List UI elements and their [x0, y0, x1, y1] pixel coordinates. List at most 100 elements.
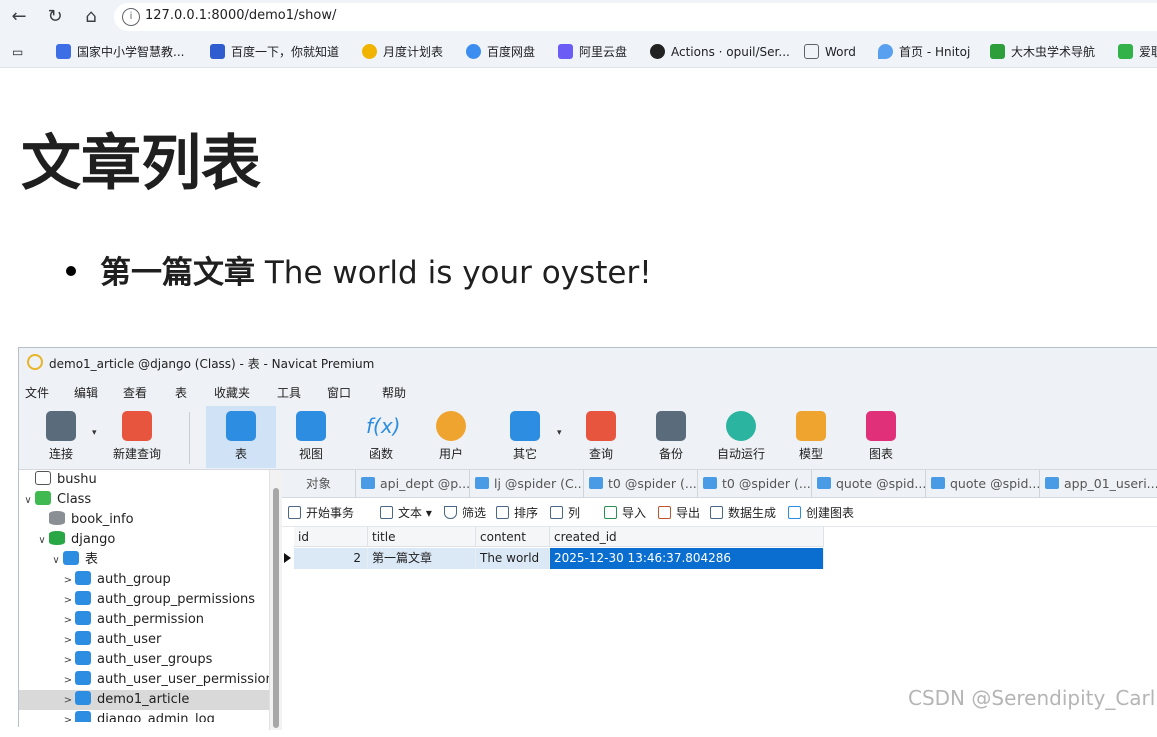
tree-item-table[interactable]: > auth_user_groups [19, 650, 269, 670]
begin-transaction-button[interactable]: 开始事务 [288, 504, 354, 522]
query-button[interactable]: 查询 [569, 406, 633, 468]
menu-edit[interactable]: 编辑 [74, 384, 98, 401]
table-cell[interactable]: 第一篇文章 [368, 548, 476, 569]
query-icon [586, 411, 616, 441]
bookmark-item[interactable]: 首页 - Hnitoj [878, 43, 970, 61]
tree-item-tables[interactable]: ∨ 表 [19, 550, 269, 570]
backup-button[interactable]: 备份 [639, 406, 703, 468]
bookmark-item[interactable]: 百度一下，你就知道 [210, 43, 339, 61]
table-icon [75, 651, 91, 665]
address-bar[interactable]: i 127.0.0.1:8000/demo1/show/ [114, 3, 1157, 31]
column-header-id[interactable]: id [294, 527, 368, 547]
tree-item-demo1-article[interactable]: > demo1_article [19, 690, 269, 710]
table-icon [931, 477, 945, 489]
chevron-right-icon[interactable]: > [61, 571, 75, 591]
tab-item[interactable]: t0 @spider (... [698, 470, 812, 498]
tree-item-table[interactable]: > auth_group_permissions [19, 590, 269, 610]
user-button[interactable]: 用户 [419, 406, 483, 468]
model-button[interactable]: 模型 [779, 406, 843, 468]
table-icon [475, 477, 489, 489]
table-button[interactable]: 表 [206, 406, 276, 468]
menu-table[interactable]: 表 [175, 384, 187, 401]
filter-button[interactable]: 筛选 [444, 504, 486, 522]
scrollbar-thumb[interactable] [273, 488, 279, 728]
column-header-title[interactable]: title [368, 527, 476, 547]
menu-window[interactable]: 窗口 [327, 384, 351, 401]
model-icon [796, 411, 826, 441]
table-cell[interactable]: 2 [294, 548, 368, 569]
table-cell[interactable]: 2025-12-30 13:46:37.804286 [550, 548, 824, 569]
tree-item-table[interactable]: > auth_permission [19, 610, 269, 630]
bookmark-favicon-icon [362, 44, 377, 59]
bookmark-item[interactable]: 百度网盘 [466, 43, 535, 61]
tab-item[interactable]: quote @spid... [812, 470, 926, 498]
chevron-down-icon[interactable]: ∨ [49, 551, 63, 571]
reload-icon[interactable]: ↻ [42, 4, 68, 30]
menu-view[interactable]: 查看 [123, 384, 147, 401]
menu-file[interactable]: 文件 [25, 384, 49, 401]
main-toolbar: 连接 ▾ 新建查询 表 视图 f(x) 函数 用户 其它 ▾ 查询 备份 自动运行… [19, 406, 1157, 470]
view-icon [296, 411, 326, 441]
tree-item-class[interactable]: ∨ Class [19, 490, 269, 510]
column-header-created-id[interactable]: created_id [550, 527, 824, 547]
tab-item[interactable]: quote @spid... [926, 470, 1040, 498]
tab-item[interactable]: api_dept @p... [356, 470, 470, 498]
chevron-right-icon[interactable]: > [61, 671, 75, 691]
tab-item[interactable]: t0 @spider (... [584, 470, 698, 498]
new-query-button[interactable]: 新建查询 [105, 406, 169, 468]
tab-objects[interactable]: 对象 [282, 470, 356, 498]
column-header-content[interactable]: content [476, 527, 550, 547]
chevron-right-icon[interactable]: > [61, 591, 75, 611]
chevron-down-icon[interactable]: ∨ [35, 531, 49, 551]
bookmark-item[interactable]: Actions · opuil/Ser... [650, 43, 790, 61]
back-icon[interactable]: ← [6, 4, 32, 30]
menu-help[interactable]: 帮助 [382, 384, 406, 401]
apps-icon[interactable]: ▭ [12, 43, 23, 61]
create-chart-button[interactable]: 创建图表 [788, 504, 854, 522]
text-button[interactable]: 文本 ▾ [380, 504, 432, 522]
text-icon [380, 506, 393, 519]
connection-tree: bushu ∨ Class book_info ∨ django ∨ 表 > auth_… [19, 470, 281, 730]
bookmark-item[interactable]: Word [804, 43, 856, 61]
tab-item[interactable]: app_01_useri... [1040, 470, 1157, 498]
columns-button[interactable]: 列 [550, 504, 580, 522]
table-icon [75, 571, 91, 585]
tree-scrollbar[interactable] [269, 470, 282, 730]
bookmark-item[interactable]: 大木虫学术导航 [990, 43, 1095, 61]
tree-item-table[interactable]: > auth_user [19, 630, 269, 650]
chevron-right-icon[interactable]: > [61, 631, 75, 651]
home-icon[interactable]: ⌂ [78, 4, 104, 30]
function-button[interactable]: f(x) 函数 [349, 406, 413, 468]
sort-button[interactable]: 排序 [496, 504, 538, 522]
tree-item-bushu[interactable]: bushu [19, 470, 269, 490]
bookmark-item[interactable]: 爱职 [1118, 43, 1157, 61]
import-button[interactable]: 导入 [604, 504, 646, 522]
tab-item[interactable]: lj @spider (C... [470, 470, 584, 498]
export-button[interactable]: 导出 [658, 504, 700, 522]
menu-tools[interactable]: 工具 [277, 384, 301, 401]
site-info-icon[interactable]: i [122, 8, 140, 26]
tree-item-table[interactable]: > auth_group [19, 570, 269, 590]
chevron-right-icon[interactable]: > [61, 611, 75, 631]
chevron-right-icon[interactable]: > [61, 711, 75, 722]
tree-item-book-info[interactable]: book_info [19, 510, 269, 530]
chevron-down-icon[interactable]: ▾ [557, 428, 562, 438]
chart-button[interactable]: 图表 [849, 406, 913, 468]
bookmark-item[interactable]: 国家中小学智慧教... [56, 43, 184, 61]
bookmark-item[interactable]: 月度计划表 [362, 43, 443, 61]
automation-button[interactable]: 自动运行 [709, 406, 773, 468]
data-generation-button[interactable]: 数据生成 [710, 504, 776, 522]
others-button[interactable]: 其它 [493, 406, 557, 468]
chevron-down-icon[interactable]: ▾ [92, 428, 97, 438]
connect-button[interactable]: 连接 [29, 406, 93, 468]
chevron-down-icon[interactable]: ∨ [21, 491, 35, 511]
chevron-right-icon[interactable]: > [61, 651, 75, 671]
menu-favorites[interactable]: 收藏夹 [214, 384, 250, 401]
tree-item-table[interactable]: > auth_user_user_permissions [19, 670, 281, 691]
tree-item-table[interactable]: > django_admin_log [19, 710, 269, 722]
view-button[interactable]: 视图 [279, 406, 343, 468]
tree-item-django[interactable]: ∨ django [19, 530, 269, 550]
bookmark-item[interactable]: 阿里云盘 [558, 43, 627, 61]
table-cell[interactable]: The world [476, 548, 550, 569]
chevron-right-icon[interactable]: > [61, 691, 75, 711]
